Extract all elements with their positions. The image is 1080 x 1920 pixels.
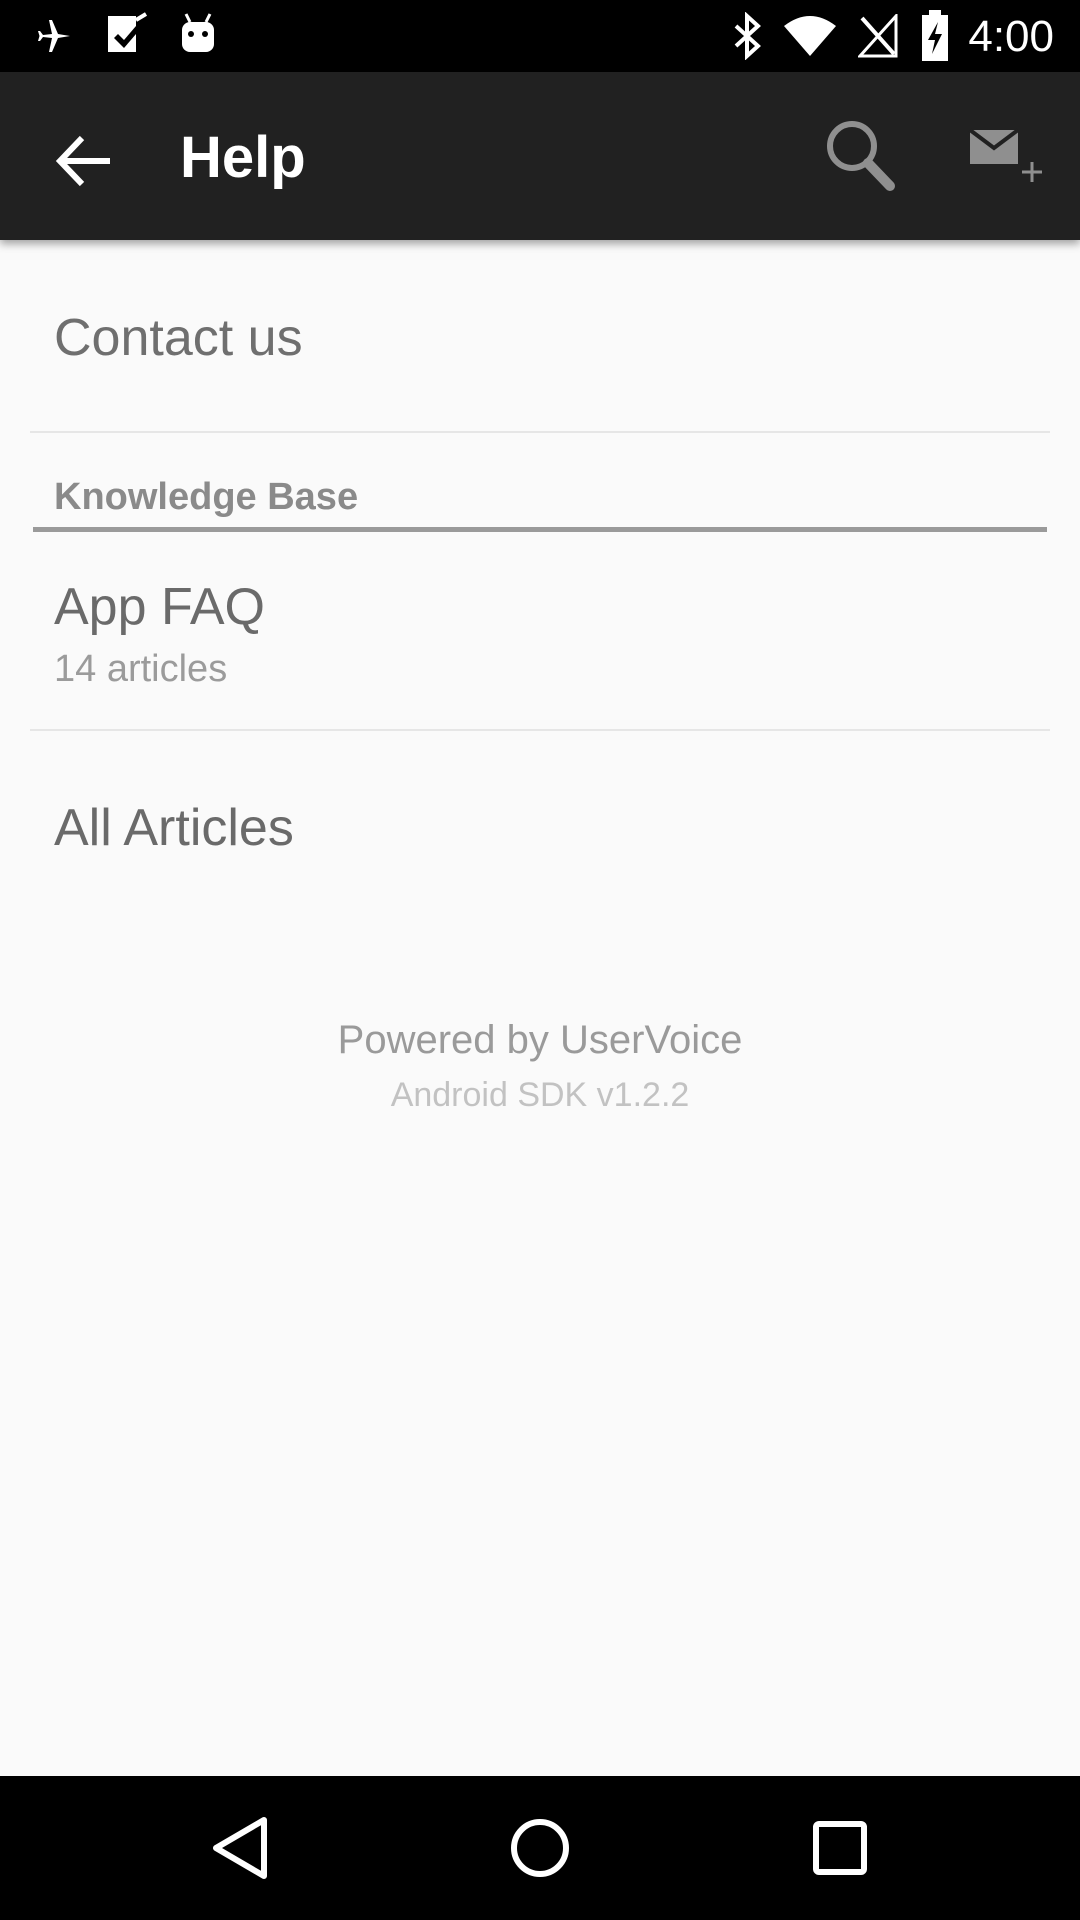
help-screen: 4:00 Help Contact us Knowledge Base App … (0, 0, 1080, 1920)
section-divider (33, 527, 1047, 532)
recents-square-icon[interactable] (800, 1808, 880, 1888)
powered-by-text: Powered by UserVoice (337, 1018, 743, 1062)
knowledge-base-header: Knowledge Base (54, 476, 359, 518)
airplane-icon (38, 20, 70, 52)
home-circle-icon[interactable] (500, 1808, 580, 1888)
back-arrow-icon[interactable] (50, 126, 120, 196)
divider (30, 431, 1050, 433)
all-articles-item[interactable]: All Articles (54, 798, 294, 858)
divider (30, 729, 1050, 731)
battery-charging-icon (922, 10, 948, 61)
no-signal-icon (858, 14, 898, 58)
status-bar: 4:00 (0, 0, 1080, 72)
app-bar: Help (0, 72, 1080, 240)
navigation-bar (0, 1776, 1080, 1920)
sdk-version-text: Android SDK v1.2.2 (390, 1076, 690, 1114)
topic-item-article-count: 14 articles (54, 648, 228, 690)
compose-message-icon[interactable] (966, 122, 1046, 202)
wifi-icon (784, 16, 836, 56)
checklist-icon (108, 12, 148, 52)
page-title: Help (180, 125, 306, 190)
contact-us-item[interactable]: Contact us (54, 308, 303, 368)
bluetooth-icon (734, 12, 761, 60)
search-icon[interactable] (820, 116, 900, 196)
status-time: 4:00 (968, 12, 1054, 61)
topic-item-title[interactable]: App FAQ (54, 577, 265, 637)
android-icon (182, 13, 214, 52)
back-triangle-icon[interactable] (200, 1808, 280, 1888)
